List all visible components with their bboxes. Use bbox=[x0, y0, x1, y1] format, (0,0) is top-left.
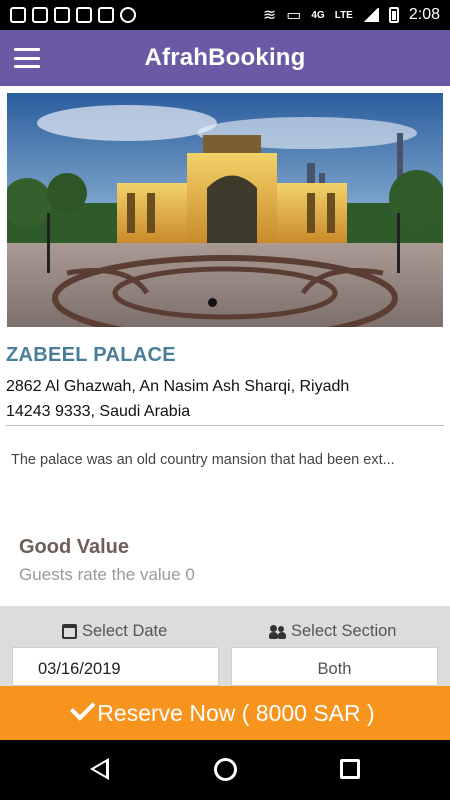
carousel-indicator[interactable] bbox=[208, 298, 217, 307]
bluetooth-icon: ≋ bbox=[262, 7, 277, 24]
notification-icon bbox=[32, 7, 48, 23]
status-bar: ≋ ▭ 4G LTE 2:08 bbox=[0, 0, 450, 30]
venue-address: 2862 Al Ghazwah, An Nasim Ash Sharqi, Ri… bbox=[6, 374, 436, 424]
rating-title: Good Value bbox=[19, 536, 130, 558]
whatsapp-icon bbox=[120, 7, 136, 23]
lte-indicator: LTE bbox=[334, 9, 353, 21]
select-date-label: Select Date bbox=[62, 622, 167, 641]
back-icon[interactable] bbox=[90, 758, 109, 780]
rating-section: Good Value Guests rate the value 0 bbox=[0, 513, 450, 606]
app-bar: AfrahBooking bbox=[0, 30, 450, 86]
users-icon bbox=[269, 624, 286, 639]
address-line-1: 2862 Al Ghazwah, An Nasim Ash Sharqi, Ri… bbox=[6, 378, 350, 395]
vibrate-icon: ▭ bbox=[286, 7, 302, 24]
booking-form: Select Date Select Section 03/16/2019 Bo… bbox=[0, 606, 450, 686]
notification-icon bbox=[54, 7, 70, 23]
select-section-label: Select Section bbox=[269, 622, 397, 641]
home-icon[interactable] bbox=[214, 758, 237, 781]
hamburger-menu-icon[interactable] bbox=[14, 48, 40, 68]
rating-subtitle: Guests rate the value 0 bbox=[19, 565, 195, 584]
reserve-now-button[interactable]: Reserve Now ( 8000 SAR ) bbox=[0, 686, 450, 740]
signal-icon bbox=[362, 8, 379, 22]
section-field[interactable]: Both bbox=[231, 647, 438, 686]
date-field[interactable]: 03/16/2019 bbox=[12, 647, 219, 686]
notification-icon bbox=[10, 7, 26, 23]
address-line-2: 14243 9333, Saudi Arabia bbox=[6, 403, 191, 420]
select-date-text: Select Date bbox=[82, 622, 168, 640]
calendar-icon bbox=[62, 624, 77, 639]
notification-icon bbox=[76, 7, 92, 23]
venue-name: ZABEEL PALACE bbox=[6, 344, 176, 366]
venue-description[interactable]: The palace was an old country mansion th… bbox=[11, 452, 395, 468]
notification-icon bbox=[98, 7, 114, 23]
check-icon bbox=[70, 695, 96, 721]
clock: 2:08 bbox=[408, 6, 440, 23]
battery-icon bbox=[388, 7, 399, 23]
image-carousel[interactable] bbox=[0, 86, 450, 334]
system-navigation-bar bbox=[0, 740, 450, 800]
network-type: 4G bbox=[311, 9, 325, 21]
app-title: AfrahBooking bbox=[144, 44, 306, 71]
reserve-now-label: Reserve Now ( 8000 SAR ) bbox=[97, 699, 375, 726]
recent-apps-icon[interactable] bbox=[340, 759, 360, 779]
select-section-text: Select Section bbox=[291, 622, 397, 640]
venue-photo bbox=[7, 93, 443, 327]
notification-icons bbox=[10, 7, 136, 23]
divider bbox=[6, 425, 444, 426]
